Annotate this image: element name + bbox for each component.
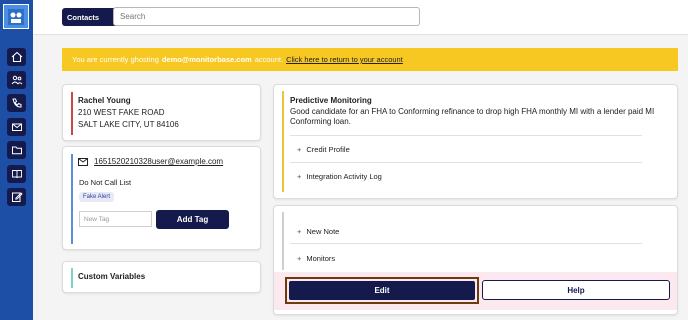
divider bbox=[290, 243, 642, 244]
sidebar bbox=[0, 0, 33, 320]
edit-note-icon[interactable] bbox=[7, 188, 26, 206]
custom-variables-card[interactable]: Custom Variables bbox=[62, 261, 261, 293]
return-to-account-link[interactable]: Click here to return to your account bbox=[286, 55, 403, 64]
predictive-title: Predictive Monitoring bbox=[290, 96, 372, 105]
help-button[interactable]: Help bbox=[482, 280, 670, 300]
contact-name: Rachel Young bbox=[78, 96, 131, 105]
plus-icon: + bbox=[297, 254, 302, 263]
plus-icon: + bbox=[297, 227, 302, 236]
plus-icon: + bbox=[297, 145, 302, 154]
address-accent-bar bbox=[71, 92, 73, 135]
email-row[interactable]: 1651520210328user@example.com bbox=[78, 157, 223, 166]
people-icon[interactable] bbox=[7, 71, 26, 89]
add-tag-button[interactable]: Add Tag bbox=[156, 210, 229, 229]
divider bbox=[290, 162, 642, 163]
action-row: Edit Help bbox=[274, 272, 677, 310]
predictive-body: Good candidate for an FHA to Conforming … bbox=[290, 107, 655, 126]
integration-log-label: Integration Activity Log bbox=[306, 172, 382, 181]
email-link[interactable]: 1651520210328user@example.com bbox=[94, 157, 223, 166]
tag-chip[interactable]: Fake Alert bbox=[79, 192, 115, 202]
contact-accent-bar bbox=[71, 154, 73, 244]
notes-accent-bar bbox=[282, 212, 284, 270]
notes-card: + New Note + Monitors Edit Help bbox=[273, 205, 678, 315]
phone-icon[interactable] bbox=[7, 94, 26, 112]
monitors-label: Monitors bbox=[306, 254, 336, 263]
predictive-monitoring-card: Predictive Monitoring Good candidate for… bbox=[273, 84, 678, 199]
divider bbox=[290, 135, 642, 136]
edit-focus-outline: Edit bbox=[285, 277, 479, 304]
credit-profile-label: Credit Profile bbox=[306, 145, 350, 154]
credit-profile-toggle[interactable]: + Credit Profile bbox=[297, 145, 350, 154]
logo-icon[interactable] bbox=[3, 4, 29, 29]
address-card: Rachel Young 210 WEST FAKE ROAD SALT LAK… bbox=[62, 84, 261, 141]
ghosting-banner: You are currently ghosting demo@monitorb… bbox=[62, 48, 678, 71]
banner-prefix: You are currently ghosting bbox=[72, 55, 159, 64]
contact-info-card: 1651520210328user@example.com Do Not Cal… bbox=[62, 146, 261, 250]
new-note-label: New Note bbox=[306, 227, 340, 236]
city-state-zip: SALT LAKE CITY, UT 84106 bbox=[78, 120, 179, 129]
banner-account: demo@monitorbase.com bbox=[161, 55, 252, 64]
home-icon[interactable] bbox=[7, 48, 26, 66]
plus-icon: + bbox=[297, 172, 302, 181]
mail-icon[interactable] bbox=[7, 118, 26, 136]
pred-accent-bar bbox=[282, 91, 284, 192]
custom-variables-label: Custom Variables bbox=[78, 272, 146, 281]
do-not-call-label: Do Not Call List bbox=[79, 178, 132, 187]
edit-button[interactable]: Edit bbox=[289, 281, 475, 300]
new-note-toggle[interactable]: + New Note bbox=[297, 227, 339, 236]
banner-suffix: account. bbox=[254, 55, 284, 64]
integration-log-toggle[interactable]: + Integration Activity Log bbox=[297, 172, 382, 181]
top-bar: Contacts bbox=[33, 0, 688, 35]
book-icon[interactable] bbox=[7, 165, 26, 183]
vars-accent-bar bbox=[71, 268, 73, 288]
mail-icon bbox=[78, 157, 88, 166]
contacts-label: Contacts bbox=[67, 12, 100, 22]
folder-icon[interactable] bbox=[7, 141, 26, 159]
search-input[interactable] bbox=[113, 7, 420, 26]
new-tag-input[interactable] bbox=[79, 211, 152, 227]
street-address: 210 WEST FAKE ROAD bbox=[78, 108, 165, 117]
monitors-toggle[interactable]: + Monitors bbox=[297, 254, 335, 263]
